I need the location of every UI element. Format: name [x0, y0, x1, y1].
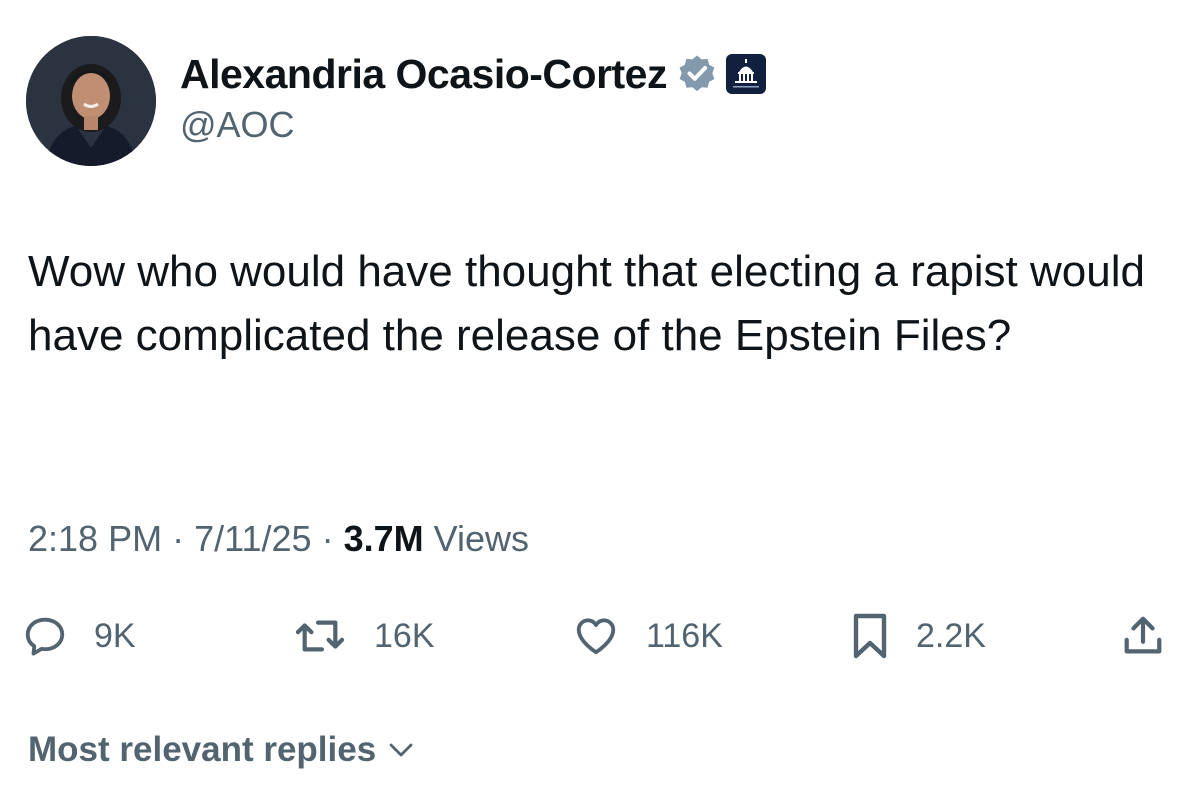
tweet-date[interactable]: 7/11/25 — [194, 518, 311, 559]
retweet-icon — [295, 620, 345, 652]
replies-sort-dropdown[interactable]: Most relevant replies — [28, 730, 416, 770]
reply-count: 9K — [94, 616, 136, 655]
author-display-name[interactable]: Alexandria Ocasio-Cortez — [180, 51, 668, 98]
reply-button[interactable]: 9K — [22, 606, 136, 666]
share-icon — [1124, 616, 1162, 654]
tweet-header: Alexandria Ocasio-Cortez @AOC — [26, 36, 767, 166]
meta-separator: · — [321, 518, 334, 559]
bookmark-icon — [853, 613, 887, 659]
like-button[interactable]: 116K — [572, 606, 723, 666]
meta-separator: · — [172, 518, 185, 559]
tweet-time[interactable]: 2:18 PM — [28, 518, 162, 559]
verified-badge-icon[interactable] — [677, 54, 717, 94]
views-count: 3.7M — [343, 518, 424, 559]
tweet-text: Wow who would have thought that electing… — [28, 247, 1145, 360]
heart-icon — [576, 618, 616, 655]
tweet-meta: 2:18 PM · 7/11/25 · 3.7M Views — [28, 518, 529, 560]
tweet-action-bar: 9K 16K 116K 2.2K — [20, 606, 1180, 666]
author-identity: Alexandria Ocasio-Cortez @AOC — [180, 48, 767, 146]
like-count: 116K — [646, 616, 723, 655]
chevron-down-icon — [389, 743, 413, 757]
bookmark-button[interactable]: 2.2K — [850, 606, 986, 666]
reply-bubble-icon — [25, 617, 65, 656]
name-row: Alexandria Ocasio-Cortez — [180, 48, 767, 100]
capitol-affiliation-badge-icon[interactable] — [725, 53, 767, 95]
bookmark-count: 2.2K — [916, 616, 986, 655]
retweet-count: 16K — [374, 616, 435, 655]
replies-sort-label: Most relevant replies — [28, 730, 377, 769]
share-button[interactable] — [1120, 606, 1166, 666]
avatar-photo-icon — [26, 36, 156, 166]
author-avatar[interactable] — [26, 36, 156, 166]
views-label: Views — [433, 518, 530, 559]
retweet-button[interactable]: 16K — [292, 606, 435, 666]
author-handle[interactable]: @AOC — [180, 104, 767, 146]
